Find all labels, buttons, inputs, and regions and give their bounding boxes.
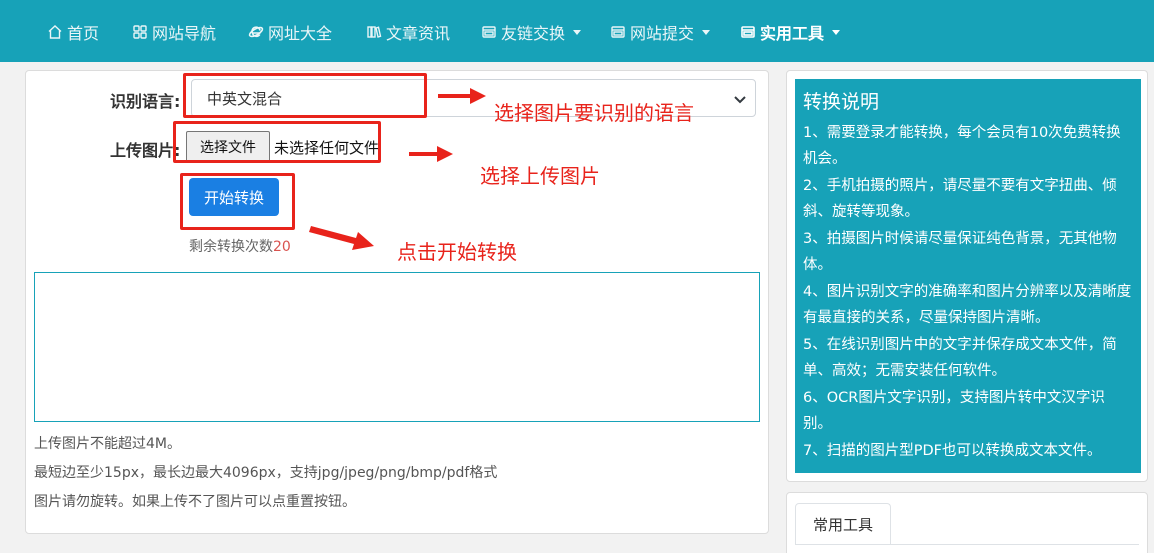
language-highlight-box <box>183 73 427 118</box>
result-textarea[interactable] <box>34 272 760 422</box>
instructions-panel: 转换说明 1、需要登录才能转换，每个会员有10次免费转换机会。 2、手机拍摄的照… <box>795 79 1141 473</box>
language-label: 识别语言: <box>110 92 181 111</box>
ie-icon <box>248 26 264 38</box>
nav-home-label: 首页 <box>67 24 100 43</box>
nav-url-directory-label: 网址大全 <box>268 24 333 43</box>
nav-site-submit[interactable]: 网站提交 <box>610 20 711 44</box>
nav-home[interactable]: 首页 <box>47 20 99 44</box>
nav-tools-label: 实用工具 <box>760 24 825 43</box>
books-icon <box>367 26 382 38</box>
note-formats: 最短边至少15px，最长边最大4096px，支持jpg/jpeg/png/bmp… <box>34 465 498 481</box>
annotation-upload: 选择上传图片 <box>480 164 600 188</box>
chevron-down-icon <box>573 29 582 35</box>
window-icon <box>611 26 625 38</box>
upload-highlight-box <box>173 121 381 163</box>
start-highlight-box <box>180 173 295 230</box>
window-icon <box>482 26 496 38</box>
instruction-item: 5、在线识别图片中的文字并保存成文本文件，简单、高效；无需安装任何软件。 <box>803 337 1117 379</box>
annotation-language: 选择图片要识别的语言 <box>494 101 694 125</box>
top-navbar: 首页 网站导航 网址大全 文章资讯 友链交换 网站提交 实用工具 <box>0 0 1154 62</box>
chevron-down-icon <box>832 29 841 35</box>
nav-link-exchange-label: 友链交换 <box>501 24 566 43</box>
ocr-form-card: 识别语言: 中英文混合 上传图片: 选择文件 未选择任何文件 开始转换 剩余转换… <box>25 70 769 534</box>
nav-site-submit-label: 网站提交 <box>630 24 695 43</box>
chevron-down-icon <box>734 96 746 104</box>
arrow-right-icon <box>409 146 453 162</box>
chevron-down-icon <box>702 29 711 35</box>
arrow-right-icon <box>438 88 486 104</box>
instruction-item: 1、需要登录才能转换，每个会员有10次免费转换机会。 <box>803 125 1121 167</box>
nav-site-nav-label: 网站导航 <box>152 24 217 43</box>
instruction-item: 2、手机拍摄的照片，请尽量不要有文字扭曲、倾斜、旋转等现象。 <box>803 178 1117 220</box>
nav-link-exchange[interactable]: 友链交换 <box>481 20 582 44</box>
remaining-label: 剩余转换次数 <box>189 239 273 255</box>
arrow-right-icon <box>309 226 374 250</box>
remaining-count: 剩余转换次数20 <box>189 236 291 256</box>
tab-common-tools[interactable]: 常用工具 <box>795 503 891 545</box>
note-size-limit: 上传图片不能超过4M。 <box>34 436 181 452</box>
nav-url-directory[interactable]: 网址大全 <box>248 20 332 44</box>
grid-icon <box>133 25 147 39</box>
nav-site-nav[interactable]: 网站导航 <box>132 20 216 44</box>
common-tools-card: 常用工具 <box>786 492 1148 553</box>
instruction-item: 4、图片识别文字的准确率和图片分辨率以及清晰度有最直接的关系，尽量保持图片清晰。 <box>803 284 1132 326</box>
upload-label: 上传图片: <box>110 141 181 160</box>
nav-articles-label: 文章资讯 <box>386 24 451 43</box>
nav-tools[interactable]: 实用工具 <box>740 20 841 44</box>
instructions-title: 转换说明 <box>803 91 880 113</box>
instruction-item: 7、扫描的图片型PDF也可以转换成文本文件。 <box>803 443 1102 459</box>
instruction-item: 3、拍摄图片时候请尽量保证纯色背景，无其他物体。 <box>803 231 1117 273</box>
instruction-item: 6、OCR图片文字识别，支持图片转中文汉字识别。 <box>803 390 1105 432</box>
annotation-start: 点击开始转换 <box>397 240 517 264</box>
remaining-count-value: 20 <box>273 239 291 255</box>
home-icon <box>48 25 62 39</box>
tab-divider <box>795 544 1139 545</box>
note-rotation: 图片请勿旋转。如果上传不了图片可以点重置按钮。 <box>34 494 356 510</box>
instructions-card: 转换说明 1、需要登录才能转换，每个会员有10次免费转换机会。 2、手机拍摄的照… <box>786 70 1148 482</box>
nav-articles[interactable]: 文章资讯 <box>366 20 450 44</box>
window-icon <box>741 26 755 38</box>
